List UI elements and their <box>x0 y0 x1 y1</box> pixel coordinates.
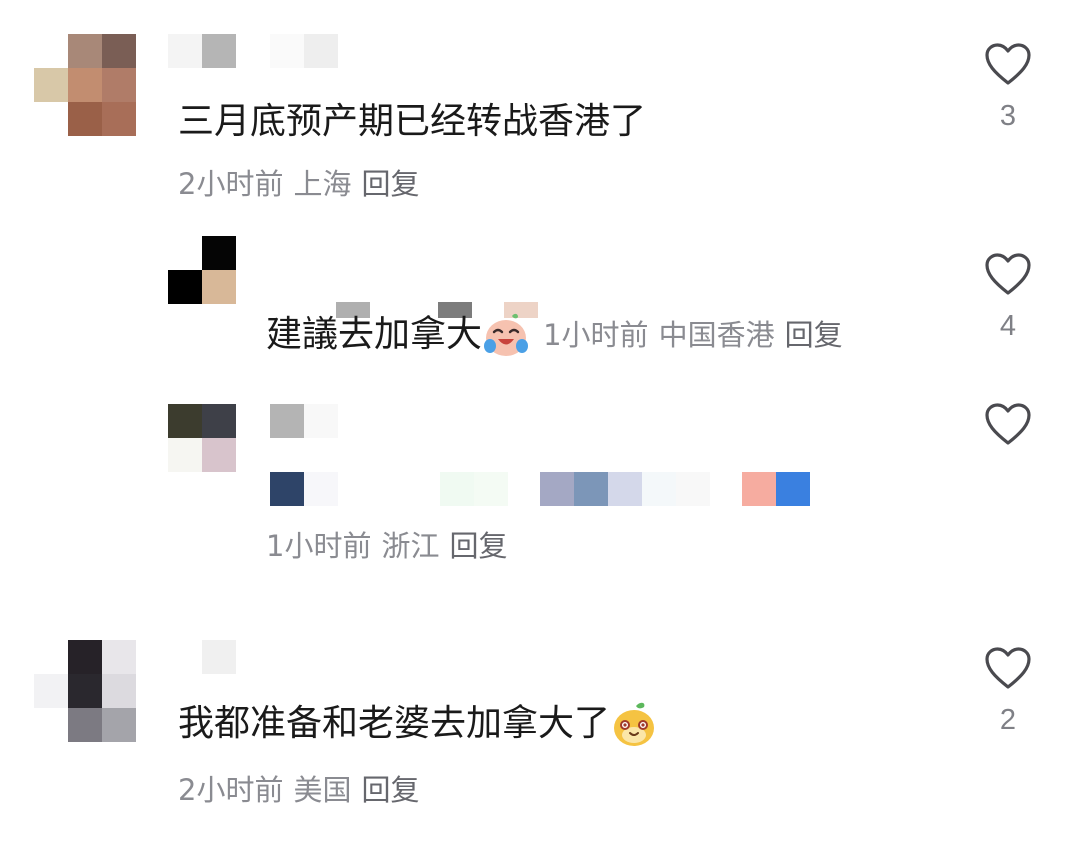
username[interactable] <box>202 640 236 674</box>
comment-body: 我都准备和老婆去加拿大了 <box>178 700 658 750</box>
comment-text: 我都准备和老婆去加拿大了 <box>178 703 611 744</box>
like-button[interactable] <box>978 252 1038 300</box>
like-count: 4 <box>999 310 1017 342</box>
comment-time: 1小时前 <box>543 317 649 352</box>
heart-outline-icon <box>985 403 1031 445</box>
happy-mango-face-emoji <box>614 702 655 746</box>
avatar[interactable] <box>168 236 236 304</box>
reply-item: 1小时前 浙江 回复 <box>0 390 1080 590</box>
reply-button[interactable]: 回复 <box>361 167 419 201</box>
reply-button[interactable]: 回复 <box>449 529 507 563</box>
like-count: 3 <box>999 100 1017 132</box>
comment-time: 1小时前 <box>266 529 372 563</box>
like-column: 2 <box>978 646 1038 735</box>
username[interactable] <box>270 404 338 438</box>
comment-item: 我都准备和老婆去加拿大了 2小时前 美国 回复 2 <box>0 620 1080 855</box>
username[interactable] <box>168 34 338 68</box>
like-column: 3 <box>978 42 1038 131</box>
heart-outline-icon <box>985 253 1031 295</box>
comment-text: 三月底预产期已经转战香港了 <box>178 101 647 142</box>
reply-button[interactable]: 回复 <box>361 773 419 807</box>
like-count: 2 <box>999 704 1017 736</box>
comment-location: 中国香港 <box>658 317 775 352</box>
avatar[interactable] <box>34 640 136 742</box>
crying-laughing-face-emoji <box>484 313 529 356</box>
comment-meta: 1小时前 浙江 回复 <box>266 532 517 561</box>
heart-outline-icon <box>985 647 1031 689</box>
heart-outline-icon <box>985 43 1031 85</box>
comment-item: 三月底预产期已经转战香港了 2小时前 上海 回复 3 <box>0 0 1080 220</box>
comment-meta: 2小时前 上海 回复 <box>178 170 429 199</box>
comment-meta: 2小时前 美国 回复 <box>178 776 429 805</box>
comment-meta: 1小时前 中国香港 回复 <box>543 318 852 352</box>
comment-text: 建議去加拿大 <box>266 314 483 355</box>
reply-button[interactable]: 回复 <box>785 318 843 352</box>
like-button[interactable] <box>978 402 1038 450</box>
like-column: 4 <box>978 252 1038 341</box>
comment-location: 美国 <box>293 773 352 807</box>
comment-time: 2小时前 <box>178 167 284 201</box>
comment-location: 上海 <box>293 167 352 201</box>
reply-item: 建議去加拿大 1小时前 中国香港 回复 4 <box>0 220 1080 390</box>
pixelated-comment-text <box>270 472 810 506</box>
like-button[interactable] <box>978 646 1038 694</box>
like-button[interactable] <box>978 42 1038 90</box>
avatar[interactable] <box>34 34 136 136</box>
comment-time: 2小时前 <box>178 773 284 807</box>
avatar[interactable] <box>168 404 236 472</box>
like-column <box>978 402 1038 450</box>
comment-location: 浙江 <box>381 529 440 563</box>
comment-body: 建議去加拿大 1小时前 中国香港 回复 <box>266 312 853 358</box>
